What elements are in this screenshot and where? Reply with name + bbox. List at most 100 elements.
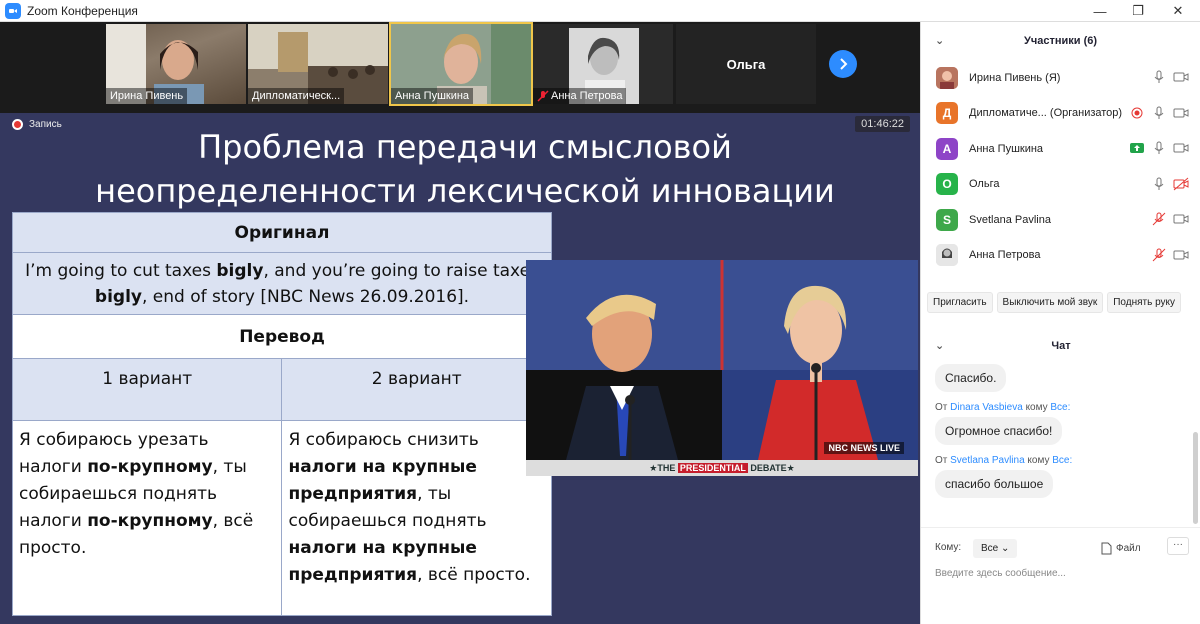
camera-icon[interactable]	[1173, 211, 1189, 227]
microphone-icon[interactable]	[1151, 176, 1167, 192]
participant-row[interactable]: Ирина Пивень (Я)	[921, 60, 1200, 96]
avatar-photo-icon	[936, 66, 958, 89]
sender-name[interactable]: Dinara Vasbieva	[950, 402, 1023, 413]
quote-text: I’m going to cut taxes	[25, 260, 217, 281]
participant-name: Дипломатиче... (Организатор)	[969, 107, 1123, 120]
network-logo: NBC NEWS LIVE	[824, 442, 904, 454]
participants-header[interactable]: ⌄ Участники (6)	[921, 22, 1200, 60]
chevron-down-icon[interactable]: ⌄	[935, 339, 944, 352]
chevron-down-icon[interactable]: ⌄	[935, 34, 944, 47]
chat-compose: Кому: Все ⌄ Файл ··· Введите здесь сообщ…	[921, 527, 1200, 624]
scrollbar-thumb[interactable]	[1193, 432, 1198, 524]
debate-photo: NBC NEWS LIVE ★THE PRESIDENTIAL DEBATE★	[526, 260, 918, 476]
variant2-label: 2 вариант	[281, 358, 552, 421]
mute-me-button[interactable]: Выключить мой звук	[996, 292, 1104, 313]
file-icon	[1101, 542, 1112, 555]
video-tile-1[interactable]: Ирина Пивень	[106, 24, 246, 104]
recipient-name[interactable]: Все:	[1052, 455, 1072, 466]
participant-row[interactable]: А Анна Пушкина	[921, 131, 1200, 167]
camera-icon[interactable]	[1173, 247, 1189, 263]
chevron-right-icon	[840, 58, 848, 70]
camera-icon[interactable]	[1173, 69, 1189, 85]
slide-title-line2: неопределенности лексической инновации	[95, 172, 835, 210]
chevron-down-icon: ⌄	[1001, 543, 1010, 554]
video-tile-4[interactable]: Анна Петрова	[533, 24, 673, 104]
video-tile-name: Анна Пушкина	[391, 88, 474, 104]
quote-bold: bigly	[216, 260, 264, 281]
variant1-text: Я собираюсь урезать налоги по-крупному, …	[11, 420, 283, 616]
share-screen-icon	[1130, 143, 1144, 153]
chat-input[interactable]: Введите здесь сообщение...	[935, 568, 1066, 579]
debate-ticker: ★THE PRESIDENTIAL DEBATE★	[526, 460, 918, 476]
avatar: S	[936, 208, 958, 231]
quote-text: , and you’re going to raise taxes	[263, 260, 539, 281]
participant-name: Ирина Пивень (Я)	[969, 71, 1061, 84]
camera-off-icon[interactable]	[1173, 176, 1189, 192]
chat-message-meta: От Svetlana Pavlina кому Все:	[935, 455, 1191, 466]
maximize-icon[interactable]: ❐	[1118, 0, 1158, 22]
minimize-icon[interactable]: —	[1080, 0, 1120, 22]
avatar-photo-icon	[936, 244, 958, 267]
avatar: Д	[936, 102, 958, 125]
more-options-button[interactable]: ···	[1167, 537, 1189, 555]
video-tile-name: Ольга	[726, 56, 766, 72]
variant-text: , всё просто.	[417, 565, 531, 585]
avatar	[936, 244, 958, 267]
ticker-text: DEBATE★	[747, 463, 795, 473]
microphone-icon[interactable]	[1151, 105, 1167, 121]
translation-header: Перевод	[12, 314, 552, 359]
from-label: От	[935, 402, 948, 413]
to-label: кому	[1025, 402, 1048, 413]
variant-bold: по-крупному	[87, 511, 213, 531]
participant-row[interactable]: О Ольга	[921, 167, 1200, 203]
video-tile-3-speaking[interactable]: Анна Пушкина	[389, 22, 533, 106]
side-panel: ⌄ Участники (6) Ирина Пивень (Я) Д Дипло…	[920, 22, 1200, 624]
participant-row[interactable]: Д Дипломатиче... (Организатор)	[921, 96, 1200, 132]
window-title: Zoom Конференция	[27, 3, 138, 18]
recipient-name[interactable]: Все:	[1050, 402, 1070, 413]
microphone-muted-icon[interactable]	[1151, 247, 1167, 263]
to-label: Кому:	[935, 542, 962, 553]
video-tile-name: Ирина Пивень	[106, 88, 188, 104]
chat-scrollbar[interactable]	[1193, 352, 1199, 524]
chat-message: Огромное спасибо!	[935, 417, 1063, 445]
video-tile-name: Дипломатическ...	[248, 88, 345, 104]
variant-bold: по-крупному	[87, 457, 213, 477]
camera-icon[interactable]	[1173, 140, 1189, 156]
sender-name[interactable]: Svetlana Pavlina	[950, 455, 1025, 466]
participant-row[interactable]: S Svetlana Pavlina	[921, 202, 1200, 238]
recipient-value: Все	[981, 543, 999, 554]
camera-icon[interactable]	[1173, 105, 1189, 121]
participant-name: Svetlana Pavlina	[969, 213, 1051, 226]
video-tile-2[interactable]: Дипломатическ...	[248, 24, 388, 104]
translation-table: Оригинал I’m going to cut taxes bigly, a…	[11, 212, 552, 616]
next-page-button[interactable]	[829, 50, 857, 78]
participant-actions: Пригласить Выключить мой звук Поднять ру…	[927, 292, 1195, 313]
participant-row[interactable]: Анна Петрова	[921, 238, 1200, 274]
file-button[interactable]: Файл	[1101, 542, 1141, 555]
invite-button[interactable]: Пригласить	[927, 292, 993, 313]
microphone-muted-icon[interactable]	[1151, 211, 1167, 227]
participant-name: Ольга	[969, 178, 1000, 191]
raise-hand-button[interactable]: Поднять руку	[1107, 292, 1182, 313]
ticker-text: ★THE	[649, 463, 678, 473]
microphone-icon[interactable]	[1151, 140, 1167, 156]
chat-header[interactable]: ⌄ Чат	[921, 327, 1200, 365]
variant1-label: 1 вариант	[11, 358, 283, 421]
from-label: От	[935, 455, 948, 466]
video-tile-5[interactable]: Ольга	[676, 24, 816, 104]
avatar: А	[936, 137, 958, 160]
slide-title: Проблема передачи смысловой неопределенн…	[0, 125, 920, 213]
close-icon[interactable]: ✕	[1158, 0, 1198, 22]
participant-name: Анна Пушкина	[969, 142, 1044, 155]
file-label: Файл	[1116, 543, 1141, 554]
chat-message: Спасибо.	[935, 364, 1007, 392]
zoom-logo-icon	[5, 2, 21, 19]
participants-title: Участники (6)	[1023, 35, 1098, 47]
video-strip: Ирина Пивень Дипломатическ... Анна Пушки…	[0, 22, 920, 113]
shared-screen: Запись 01:46:22 Проблема передачи смысло…	[0, 113, 920, 624]
microphone-icon[interactable]	[1151, 69, 1167, 85]
participant-name: Анна Петрова	[969, 249, 1041, 262]
quote-text: , end of story [NBC News 26.09.2016].	[141, 286, 470, 307]
recipient-select[interactable]: Все ⌄	[973, 539, 1018, 558]
